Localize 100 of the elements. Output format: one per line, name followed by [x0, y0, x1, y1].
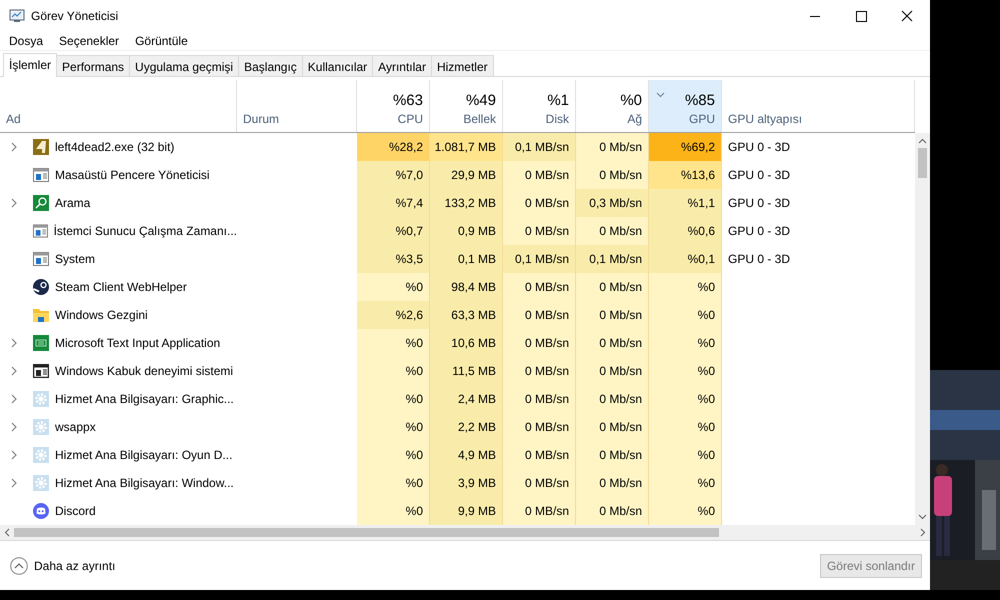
expand-chevron-icon[interactable] [11, 198, 17, 208]
vertical-scrollbar[interactable] [915, 133, 930, 525]
column-header[interactable]: %85 GPU [649, 80, 722, 132]
expand-chevron-icon[interactable] [11, 478, 17, 488]
table-cell: 0 MB/sn [503, 413, 576, 441]
scroll-left-icon[interactable] [4, 528, 10, 537]
expand-chevron-icon[interactable] [11, 422, 17, 432]
fewer-details-button[interactable]: Daha az ayrıntı [10, 556, 116, 574]
scroll-down-icon[interactable] [918, 514, 927, 520]
table-cell: %0 [649, 497, 722, 525]
expand-chevron-icon[interactable] [11, 394, 17, 404]
table-cell: 0,1 MB/sn [503, 133, 576, 161]
monitor-icon [9, 8, 25, 22]
table-cell: %0 [649, 301, 722, 329]
table-cell: %0 [357, 385, 430, 413]
table-cell: 9,9 MB [430, 497, 503, 525]
table-cell: %0,6 [649, 217, 722, 245]
tab[interactable]: Ayrıntılar [372, 55, 432, 76]
tab[interactable]: Hizmetler [430, 55, 494, 76]
collapse-icon [10, 556, 28, 574]
table-cell: 63,3 MB [430, 301, 503, 329]
tab[interactable]: Performans [56, 55, 130, 76]
table-cell: 0 MB/sn [503, 441, 576, 469]
table-cell: 0 Mb/sn [576, 301, 649, 329]
table-cell: %0 [357, 273, 430, 301]
process-name: İstemci Sunucu Çalışma Zamanı... [54, 223, 237, 240]
table-cell: 2,2 MB [430, 413, 503, 441]
table-cell: 29,9 MB [430, 161, 503, 189]
column-header[interactable]: GPU altyapısı [722, 80, 915, 132]
table-cell: %0 [357, 469, 430, 497]
table-cell: %13,6 [649, 161, 722, 189]
table-cell: %0 [357, 441, 430, 469]
process-name: wsappx [55, 419, 96, 436]
sort-down-icon [656, 92, 665, 98]
table-cell: 0,1 MB [430, 245, 503, 273]
column-header[interactable]: %49 Bellek [430, 80, 503, 132]
expand-chevron-icon[interactable] [11, 366, 17, 376]
table-cell: 0 Mb/sn [576, 385, 649, 413]
tab[interactable]: Kullanıcılar [302, 55, 374, 76]
table-cell: %0,7 [357, 217, 430, 245]
menu-item[interactable]: Görüntüle [135, 32, 188, 50]
table-cell: %0 [357, 329, 430, 357]
table-cell: %0 [649, 441, 722, 469]
tab[interactable]: Başlangıç [238, 55, 303, 76]
column-header[interactable]: Durum [237, 80, 357, 132]
expand-chevron-icon[interactable] [11, 450, 17, 460]
table-cell: 0 Mb/sn [576, 497, 649, 525]
table-cell-text: GPU 0 - 3D [727, 139, 792, 156]
table-cell: 0 Mb/sn [576, 357, 649, 385]
table-cell: 0 MB/sn [503, 161, 576, 189]
table-cell-text: GPU 0 - 3D [727, 167, 792, 184]
horizontal-scrollbar[interactable] [0, 525, 930, 540]
table-cell: 0 Mb/sn [576, 273, 649, 301]
table-cell: 1.081,7 MB [430, 133, 503, 161]
table-cell: 98,4 MB [430, 273, 503, 301]
scroll-thumb[interactable] [14, 528, 719, 537]
process-name: Hizmet Ana Bilgisayarı: Oyun D... [55, 447, 232, 464]
tab[interactable]: İşlemler [3, 53, 58, 77]
table-cell: 0 MB/sn [503, 385, 576, 413]
table-cell: 0 MB/sn [503, 273, 576, 301]
scroll-right-icon[interactable] [920, 528, 926, 537]
table-cell: %0 [649, 413, 722, 441]
menu-item[interactable]: Seçenekler [59, 32, 120, 50]
table-cell: %0 [357, 497, 430, 525]
table-cell: 3,9 MB [430, 469, 503, 497]
table-cell: %0 [649, 469, 722, 497]
table-cell: 0 MB/sn [503, 301, 576, 329]
table-cell: %0 [649, 273, 722, 301]
column-header[interactable]: %1 Disk [503, 80, 576, 132]
table-cell: 0 MB/sn [503, 469, 576, 497]
table-cell-text: GPU 0 - 3D [727, 195, 792, 212]
table-cell: 0,3 Mb/sn [576, 189, 649, 217]
table-cell: %0 [357, 413, 430, 441]
tab[interactable]: Uygulama geçmişi [129, 55, 240, 76]
table-cell: %0 [357, 357, 430, 385]
expand-chevron-icon[interactable] [11, 142, 17, 152]
menu-item[interactable]: Dosya [9, 32, 44, 50]
table-cell: 0 Mb/sn [576, 441, 649, 469]
process-name: System [55, 251, 96, 268]
expand-chevron-icon[interactable] [11, 338, 17, 348]
table-cell: 0,1 Mb/sn [576, 245, 649, 273]
table-cell: 0 Mb/sn [576, 469, 649, 497]
table-cell-text: GPU 0 - 3D [727, 251, 792, 268]
table-cell: %3,5 [357, 245, 430, 273]
table-cell: 0 Mb/sn [576, 161, 649, 189]
process-name: left4dead2.exe (32 bit) [55, 139, 174, 156]
process-name: Hizmet Ana Bilgisayarı: Window... [55, 475, 234, 492]
column-header[interactable]: %63 CPU [357, 80, 430, 132]
table-cell: %1,1 [649, 189, 722, 217]
table-cell: 0 Mb/sn [576, 329, 649, 357]
column-header[interactable]: Ad [0, 80, 237, 132]
scroll-thumb[interactable] [918, 148, 927, 178]
table-cell: 4,9 MB [430, 441, 503, 469]
process-name: Microsoft Text Input Application [55, 335, 220, 352]
table-cell: 0 MB/sn [503, 357, 576, 385]
window-title: Görev Yöneticisi [31, 8, 118, 24]
table-cell: 0 Mb/sn [576, 413, 649, 441]
process-name: Masaüstü Pencere Yöneticisi [55, 167, 210, 184]
scroll-up-icon[interactable] [918, 138, 927, 144]
table-cell: 0 Mb/sn [576, 133, 649, 161]
